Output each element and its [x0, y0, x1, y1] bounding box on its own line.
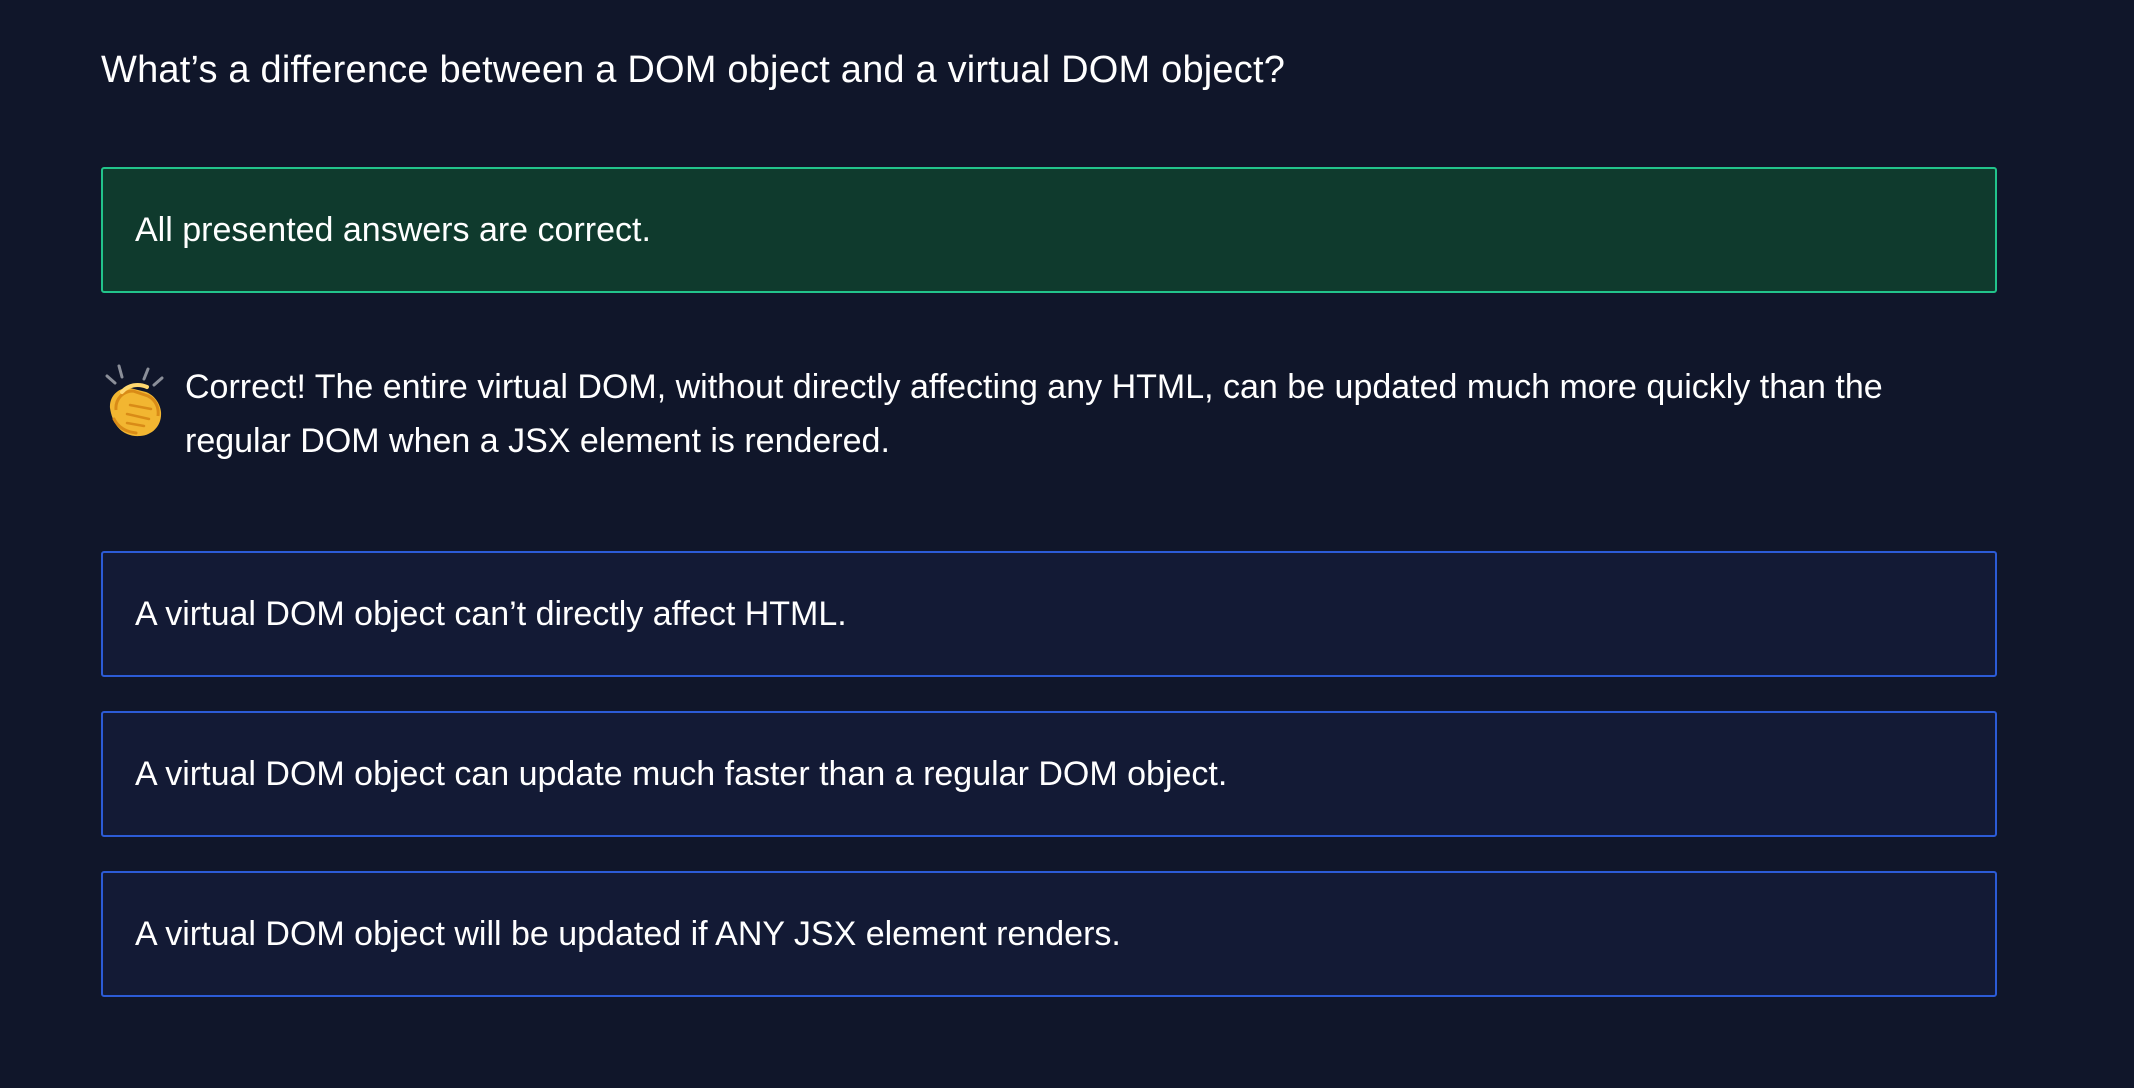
- answer-option[interactable]: A virtual DOM object will be updated if …: [101, 871, 1997, 997]
- clapping-hands-icon: [105, 364, 164, 437]
- answer-label: A virtual DOM object can’t directly affe…: [135, 594, 847, 633]
- quiz-page: What’s a difference between a DOM object…: [0, 0, 2134, 1088]
- answer-feedback: Correct! The entire virtual DOM, without…: [101, 361, 1921, 468]
- answer-label: A virtual DOM object can update much fas…: [135, 754, 1228, 793]
- selected-correct-answer[interactable]: All presented answers are correct.: [101, 167, 1997, 293]
- answer-option[interactable]: A virtual DOM object can update much fas…: [101, 711, 1997, 837]
- question-title: What’s a difference between a DOM object…: [101, 49, 1286, 91]
- feedback-message: Correct! The entire virtual DOM, without…: [185, 368, 1883, 460]
- answer-label: A virtual DOM object will be updated if …: [135, 914, 1121, 953]
- answer-label: All presented answers are correct.: [135, 210, 651, 249]
- answer-option[interactable]: A virtual DOM object can’t directly affe…: [101, 551, 1997, 677]
